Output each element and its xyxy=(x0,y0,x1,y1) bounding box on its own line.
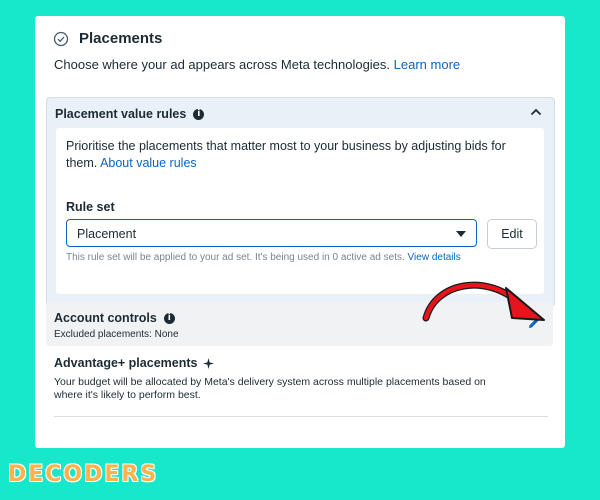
value-rules-title: Placement value rules xyxy=(55,107,187,121)
placements-card: Placements Choose where your ad appears … xyxy=(35,16,565,448)
caret-down-icon xyxy=(456,231,466,237)
rule-set-helper-text: This rule set will be applied to your ad… xyxy=(66,252,461,263)
edit-rule-set-button[interactable]: Edit xyxy=(487,219,537,249)
rule-set-label: Rule set xyxy=(66,200,115,214)
value-rules-header[interactable]: Placement value rules i xyxy=(55,107,205,121)
rule-set-value: Placement xyxy=(77,227,137,241)
advantage-placements-header: Advantage+ placements xyxy=(54,356,215,370)
check-circle-icon xyxy=(53,31,69,46)
account-controls-title: Account controls xyxy=(54,311,157,325)
value-rules-description: Prioritise the placements that matter mo… xyxy=(66,139,506,170)
placements-title: Placements xyxy=(79,30,163,47)
about-value-rules-link[interactable]: About value rules xyxy=(100,156,197,170)
learn-more-link[interactable]: Learn more xyxy=(394,57,460,72)
decoders-logo: DECODERS xyxy=(8,462,159,487)
placements-header: Placements xyxy=(53,30,162,47)
info-icon[interactable]: i xyxy=(193,108,205,120)
placements-subtitle: Choose where your ad appears across Meta… xyxy=(54,57,461,72)
view-details-link[interactable]: View details xyxy=(408,252,461,263)
rule-set-dropdown[interactable]: Placement xyxy=(66,219,477,247)
advantage-placements-title: Advantage+ placements xyxy=(54,356,198,370)
sparkle-icon xyxy=(203,357,215,369)
excluded-placements-text: Excluded placements: None xyxy=(54,329,179,340)
account-controls-header: Account controls i xyxy=(54,311,175,325)
info-icon[interactable]: i xyxy=(163,312,175,324)
value-rules-body: Prioritise the placements that matter mo… xyxy=(56,128,544,294)
chevron-up-icon[interactable] xyxy=(530,108,542,116)
divider xyxy=(54,416,548,417)
red-arrow-annotation xyxy=(422,281,545,322)
advantage-placements-description: Your budget will be allocated by Meta's … xyxy=(54,376,486,401)
